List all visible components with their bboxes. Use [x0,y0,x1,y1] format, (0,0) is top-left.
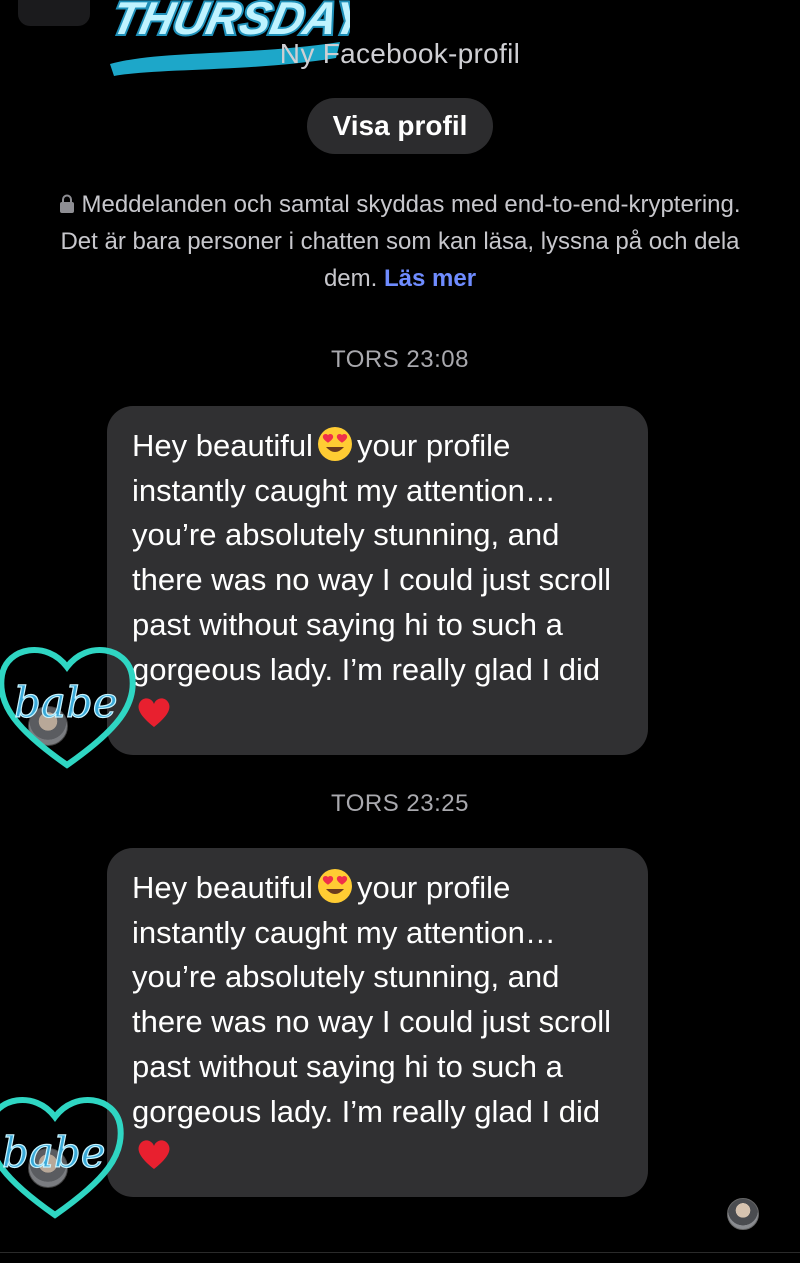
message-timestamp: TORS 23:25 [331,790,469,817]
read-more-link[interactable]: Läs mer [384,265,476,292]
message-text: Hey beautiful [132,870,313,905]
message-timestamp: TORS 23:08 [331,346,469,373]
lock-icon [60,194,75,213]
babe-heart-sticker: babe [0,1097,124,1219]
profile-subtitle: Ny Facebook-profil [279,38,521,69]
encryption-notice: Meddelanden och samtal skyddas med end-t… [40,186,760,297]
divider [0,1252,800,1253]
message-bubble[interactable]: Hey beautiful your profile instantly cau… [107,406,648,755]
seen-receipt-avatar [727,1198,759,1230]
back-button[interactable] [18,0,90,26]
heart-eyes-emoji-icon [317,869,352,903]
svg-text:babe: babe [2,1128,106,1177]
message-bubble[interactable]: Hey beautiful your profile instantly cau… [107,848,648,1197]
view-profile-button[interactable]: Visa profil [307,98,493,154]
message-text: your profile instantly caught my attenti… [132,870,611,1129]
heart-eyes-emoji-icon [317,427,352,461]
babe-heart-sticker: babe [0,647,136,769]
red-heart-emoji-icon [138,1140,170,1170]
svg-text:babe: babe [14,678,118,727]
message-text: your profile instantly caught my attenti… [132,428,611,687]
message-text: Hey beautiful [132,428,313,463]
